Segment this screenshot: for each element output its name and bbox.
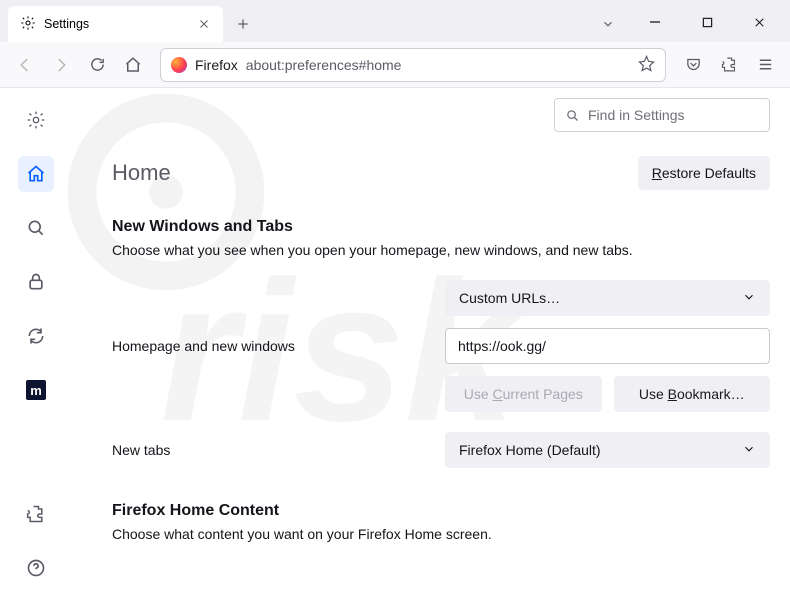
home-button-toolbar[interactable]: [116, 48, 150, 82]
list-tabs-button[interactable]: [592, 8, 624, 40]
chevron-down-icon: [742, 442, 756, 459]
url-context: Firefox: [195, 57, 238, 73]
settings-search[interactable]: Find in Settings: [554, 98, 770, 132]
forward-button[interactable]: [44, 48, 78, 82]
use-current-pages-button[interactable]: Use Current Pages: [445, 376, 602, 412]
chevron-down-icon: [742, 290, 756, 307]
titlebar: Settings: [0, 0, 790, 42]
back-button[interactable]: [8, 48, 42, 82]
new-tab-button[interactable]: [227, 8, 259, 40]
sidebar-item-home[interactable]: [18, 156, 54, 192]
sidebar-item-help[interactable]: [18, 550, 54, 586]
restore-defaults-button[interactable]: Restore Defaults: [638, 156, 770, 190]
homepage-label: Homepage and new windows: [112, 338, 427, 354]
page-title: Home: [112, 160, 171, 186]
toolbar: Firefox about:preferences#home: [0, 42, 790, 88]
sidebar-item-sync[interactable]: [18, 318, 54, 354]
sidebar-item-more[interactable]: m: [18, 372, 54, 408]
settings-main: Find in Settings Home Restore Defaults N…: [96, 88, 790, 600]
pocket-button[interactable]: [676, 48, 710, 82]
url-address: about:preferences#home: [246, 57, 630, 73]
dropdown-value: Custom URLs…: [459, 290, 560, 306]
bookmark-star-icon[interactable]: [638, 55, 655, 75]
homepage-url-input[interactable]: [445, 328, 770, 364]
section-new-windows-heading: New Windows and Tabs: [112, 218, 770, 236]
use-bookmark-button[interactable]: Use Bookmark…: [614, 376, 771, 412]
homepage-mode-dropdown[interactable]: Custom URLs…: [445, 280, 770, 316]
newtabs-label: New tabs: [112, 442, 427, 458]
app-menu-button[interactable]: [748, 48, 782, 82]
search-placeholder: Find in Settings: [588, 107, 685, 123]
minimize-button[interactable]: [632, 6, 678, 38]
dropdown-value: Firefox Home (Default): [459, 442, 601, 458]
section-new-windows-desc: Choose what you see when you open your h…: [112, 242, 770, 258]
section-home-content-desc: Choose what content you want on your Fir…: [112, 526, 770, 542]
close-icon[interactable]: [195, 15, 213, 33]
browser-tab[interactable]: Settings: [8, 6, 223, 42]
sidebar-item-extensions[interactable]: [18, 496, 54, 532]
settings-sidebar: m: [0, 88, 96, 600]
tab-title: Settings: [44, 17, 89, 31]
maximize-button[interactable]: [684, 6, 730, 38]
sidebar-item-search[interactable]: [18, 210, 54, 246]
window-controls: [632, 6, 782, 38]
newtabs-dropdown[interactable]: Firefox Home (Default): [445, 432, 770, 468]
gear-icon: [20, 15, 36, 34]
close-window-button[interactable]: [736, 6, 782, 38]
url-bar[interactable]: Firefox about:preferences#home: [160, 48, 666, 82]
m-icon: m: [26, 380, 46, 400]
sidebar-item-privacy[interactable]: [18, 264, 54, 300]
search-icon: [565, 108, 580, 123]
firefox-icon: [171, 57, 187, 73]
section-home-content-heading: Firefox Home Content: [112, 502, 770, 520]
sidebar-item-general[interactable]: [18, 102, 54, 138]
reload-button[interactable]: [80, 48, 114, 82]
extensions-button[interactable]: [712, 48, 746, 82]
